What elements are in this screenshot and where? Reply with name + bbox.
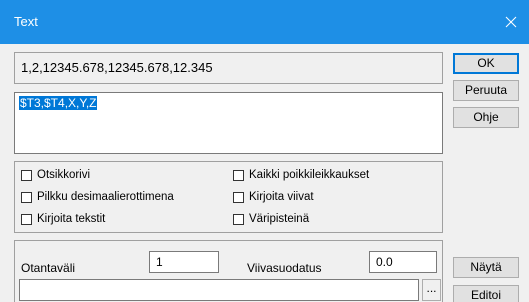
- checkbox-write-lines[interactable]: Kirjoita viivat: [233, 191, 314, 203]
- checkbox-box[interactable]: [21, 213, 32, 225]
- checkbox-write-texts[interactable]: Kirjoita tekstit: [21, 213, 105, 225]
- checkbox-box[interactable]: [233, 169, 244, 181]
- checkbox-header-row[interactable]: Otsikkorivi: [21, 169, 90, 181]
- checkbox-label: Kirjoita tekstit: [37, 213, 106, 225]
- options-group: Otsikkorivi Pilkku desimaalierottimena K…: [14, 161, 443, 233]
- checkbox-color-points[interactable]: Väripisteinä: [233, 213, 309, 225]
- output-preview-field: 1,2,12345.678,12345.678,12.345: [14, 52, 443, 84]
- sampling-input[interactable]: [149, 251, 219, 273]
- file-path-input[interactable]: [19, 279, 419, 301]
- edit-button[interactable]: Editoi: [453, 285, 519, 302]
- checkbox-label: Väripisteinä: [249, 213, 310, 225]
- close-icon: [505, 16, 517, 28]
- window-title: Text: [14, 14, 38, 29]
- cancel-button[interactable]: Peruuta: [453, 80, 519, 101]
- line-filter-label: Viivasuodatus: [247, 261, 322, 275]
- checkbox-box[interactable]: [21, 191, 32, 203]
- checkbox-label: Kaikki poikkileikkaukset: [249, 169, 370, 181]
- checkbox-box[interactable]: [233, 213, 244, 225]
- show-button[interactable]: Näytä: [453, 257, 519, 278]
- format-textarea[interactable]: $T3,$T4,X,Y,Z: [14, 92, 443, 154]
- browse-button[interactable]: ...: [422, 279, 441, 301]
- title-bar: Text: [0, 0, 529, 44]
- checkbox-box[interactable]: [233, 191, 244, 203]
- checkbox-box[interactable]: [21, 169, 32, 181]
- text-dialog: Text 1,2,12345.678,12345.678,12.345 $T3,…: [0, 0, 529, 302]
- checkbox-label: Pilkku desimaalierottimena: [37, 191, 174, 203]
- checkbox-all-cross-sections[interactable]: Kaikki poikkileikkaukset: [233, 169, 369, 181]
- help-button[interactable]: Ohje: [453, 107, 519, 128]
- parameters-group: Otantaväli Viivasuodatus ...: [14, 240, 443, 302]
- close-button[interactable]: [493, 0, 529, 44]
- ok-button[interactable]: OK: [453, 53, 519, 74]
- format-text-selection: $T3,$T4,X,Y,Z: [19, 96, 98, 110]
- checkbox-label: Kirjoita viivat: [249, 191, 314, 203]
- sampling-label: Otantaväli: [21, 261, 76, 275]
- checkbox-decimal-comma[interactable]: Pilkku desimaalierottimena: [21, 191, 174, 203]
- checkbox-label: Otsikkorivi: [37, 169, 91, 181]
- line-filter-input[interactable]: [369, 251, 437, 273]
